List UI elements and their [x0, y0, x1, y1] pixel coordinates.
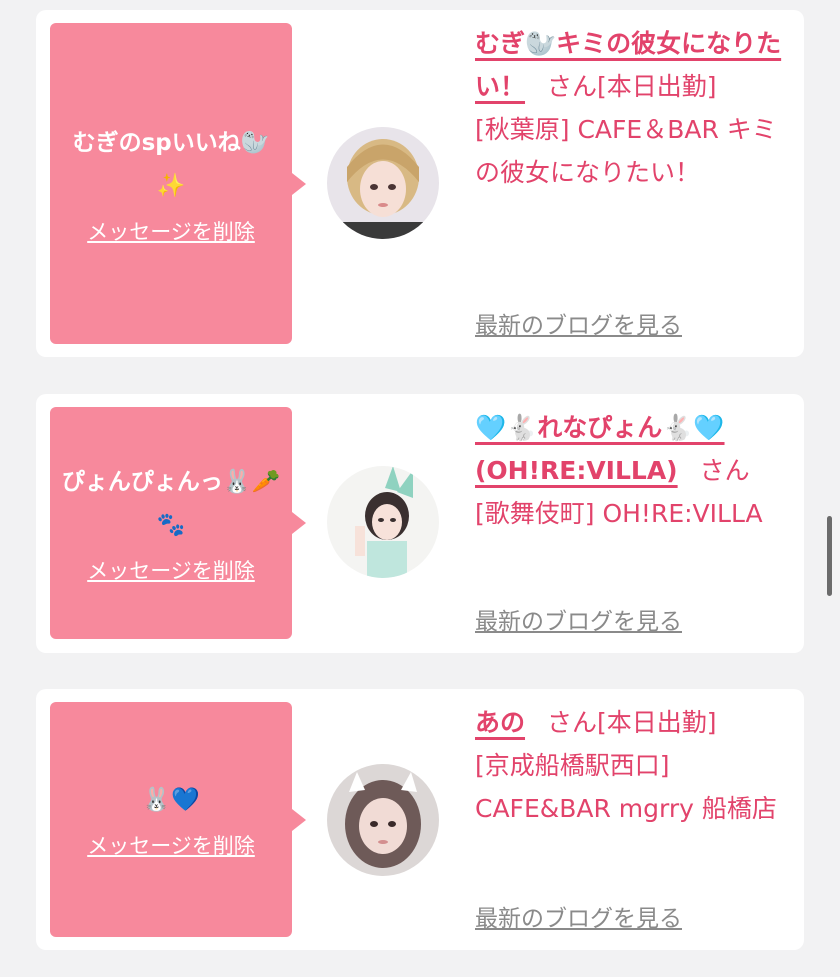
message-card: 🐰💙 メッセージを削除 あの さん[本日出勤] [京成船橋駅西口] CAFE&BA…: [36, 689, 804, 950]
view-blog-link[interactable]: 最新のブログを見る: [475, 602, 682, 636]
shop-name: [秋葉原] CAFE＆BAR キミの彼女になりたい！: [475, 115, 777, 187]
delete-message-link[interactable]: メッセージを削除: [87, 830, 255, 860]
message-bubble: ぴょんぴょんっ🐰🥕🐾 メッセージを削除: [50, 407, 306, 639]
delete-message-link[interactable]: メッセージを削除: [87, 216, 255, 246]
view-blog-link[interactable]: 最新のブログを見る: [475, 899, 682, 933]
shop-name: [歌舞伎町] OH!RE:VILLA: [475, 499, 763, 528]
avatar[interactable]: [327, 764, 439, 876]
message-bubble: むぎのspいいね🦭✨ メッセージを削除: [50, 23, 306, 344]
avatar[interactable]: [327, 127, 439, 239]
cast-name-link[interactable]: あの: [475, 708, 525, 737]
cast-info: あの さん[本日出勤] [京成船橋駅西口] CAFE&BAR mgrry 船橋店: [475, 701, 793, 830]
message-bubble: 🐰💙 メッセージを削除: [50, 702, 306, 937]
delete-message-link[interactable]: メッセージを削除: [87, 555, 255, 585]
shop-name: [京成船橋駅西口] CAFE&BAR mgrry 船橋店: [475, 751, 777, 823]
message-card: むぎのspいいね🦭✨ メッセージを削除 むぎ🦭キミの彼女になりたい！ さん[本日出…: [36, 10, 804, 357]
message-text: 🐰💙: [142, 787, 200, 813]
cast-info: 🩵🐇れなぴょん🐇🩵(OH!RE:VILLA) さん [歌舞伎町] OH!RE:VI…: [475, 406, 793, 535]
message-text: むぎのspいいね🦭✨: [72, 129, 270, 199]
message-card: ぴょんぴょんっ🐰🥕🐾 メッセージを削除 🩵🐇れなぴょん🐇🩵(OH!RE:VILL…: [36, 394, 804, 653]
cast-status: さん: [699, 456, 750, 485]
cast-status: さん[本日出勤]: [547, 72, 717, 101]
cast-name-link[interactable]: 🩵🐇れなぴょん🐇🩵(OH!RE:VILLA): [475, 413, 725, 485]
avatar[interactable]: [327, 466, 439, 578]
scrollbar[interactable]: [827, 516, 832, 596]
view-blog-link[interactable]: 最新のブログを見る: [475, 306, 682, 340]
cast-status: さん[本日出勤]: [547, 708, 717, 737]
cast-info: むぎ🦭キミの彼女になりたい！ さん[本日出勤] [秋葉原] CAFE＆BAR キミ…: [475, 22, 793, 194]
message-text: ぴょんぴょんっ🐰🥕🐾: [61, 469, 281, 538]
